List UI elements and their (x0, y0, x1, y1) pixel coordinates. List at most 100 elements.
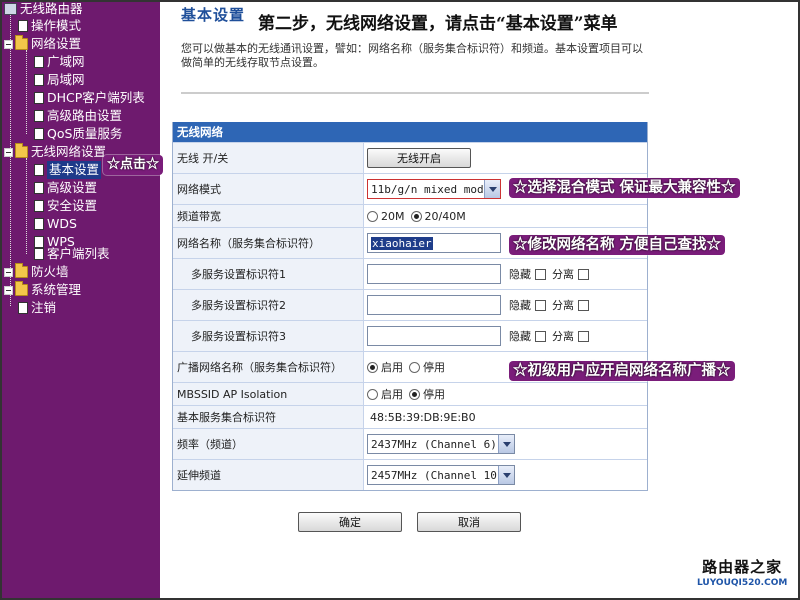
sidebar-item-advanced-routing[interactable]: 高级路由设置 (34, 107, 122, 125)
option-label: 停用 (423, 361, 445, 374)
isolate-checkbox[interactable] (578, 268, 589, 280)
mssid2-input[interactable] (367, 295, 501, 315)
row-label: 基本服务集合标识符 (173, 406, 364, 428)
chevron-down-icon[interactable] (498, 466, 514, 484)
sidebar-item-wireless-settings[interactable]: 无线网络设置 (4, 143, 106, 161)
row-label: 频道带宽 (173, 205, 364, 227)
select-value: 2457MHz (Channel 10) (371, 468, 504, 482)
sidebar-item-client-list[interactable]: 客户端列表 (34, 245, 110, 263)
chevron-down-icon[interactable] (484, 180, 500, 198)
page-description: 您可以做基本的无线通讯设置，譬如：网络名称（服务集合标识符）和频道。基本设置项目… (181, 42, 643, 69)
sidebar-item-label: 注销 (31, 300, 57, 315)
page-icon (34, 218, 44, 230)
page-icon (34, 128, 44, 140)
sidebar-item-basic-settings[interactable]: 基本设置 (34, 161, 102, 179)
tree-line (26, 50, 27, 134)
sidebar-item-label: 无线网络设置 (31, 144, 107, 159)
sidebar-item-advanced-settings[interactable]: 高级设置 (34, 179, 97, 197)
channel-select[interactable]: 2437MHz (Channel 6) (367, 434, 515, 454)
radio-icon[interactable] (367, 210, 378, 222)
sidebar-item-operation-mode[interactable]: 操作模式 (18, 17, 81, 35)
sidebar-item-firewall[interactable]: 防火墙 (4, 263, 69, 281)
sidebar-item-label: WDS (47, 216, 77, 231)
sidebar-item-logout[interactable]: 注销 (18, 299, 56, 317)
isolate-option[interactable]: 分离 (552, 297, 589, 313)
sidebar-item-network-settings[interactable]: 网络设置 (4, 35, 81, 53)
radio-selected-icon[interactable] (409, 388, 420, 400)
expand-icon[interactable] (4, 267, 13, 277)
row-ap-isolation: MBSSID AP Isolation 启用 停用 (173, 382, 647, 405)
site-watermark: 路由器之家 LUYOUQI520.COM (697, 556, 787, 588)
tree-root-label: 无线路由器 (20, 2, 83, 16)
radio-selected-icon[interactable] (410, 210, 422, 222)
tree-line (26, 158, 27, 254)
extension-channel-select[interactable]: 2457MHz (Channel 10) (367, 465, 515, 485)
collapse-icon[interactable] (4, 147, 13, 157)
folder-icon (15, 143, 28, 158)
mssid3-input[interactable] (367, 326, 501, 346)
isolation-enable-option[interactable]: 启用 (367, 386, 403, 402)
isolate-checkbox[interactable] (578, 330, 589, 342)
sidebar-item-wds[interactable]: WDS (34, 215, 77, 233)
sidebar-item-label: 网络设置 (31, 36, 82, 51)
option-label: 20M (381, 209, 405, 223)
isolate-option[interactable]: 分离 (552, 328, 589, 344)
hide-checkbox[interactable] (535, 268, 546, 280)
broadcast-enable-option[interactable]: 启用 (367, 359, 403, 375)
sidebar-item-label: 高级路由设置 (47, 108, 123, 123)
sidebar-item-lan[interactable]: 局域网 (34, 71, 85, 89)
cancel-button[interactable]: 取消 (417, 512, 521, 532)
hide-option[interactable]: 隐藏 (509, 328, 546, 344)
page-icon (34, 92, 44, 104)
hide-checkbox[interactable] (535, 330, 546, 342)
broadcast-disable-option[interactable]: 停用 (409, 359, 445, 375)
page-icon (34, 248, 44, 260)
ssid-input[interactable]: xiaohaier (367, 233, 501, 253)
select-value: 11b/g/n mixed mode (371, 182, 491, 196)
network-mode-select[interactable]: 11b/g/n mixed mode (367, 179, 501, 199)
row-mssid-3: 多服务设置标识符3 隐藏 分离 (173, 320, 647, 351)
sidebar-item-security-settings[interactable]: 安全设置 (34, 197, 97, 215)
sidebar-item-label: 操作模式 (31, 18, 82, 33)
row-channel-bandwidth: 频道带宽 20M 20/40M (173, 204, 647, 227)
sidebar-item-qos[interactable]: QoS质量服务 (34, 125, 122, 143)
tree-root[interactable]: 无线路由器 (4, 2, 83, 18)
row-mssid-1: 多服务设置标识符1 隐藏 分离 (173, 258, 647, 289)
folder-icon (15, 281, 28, 296)
option-label: 启用 (381, 388, 403, 401)
row-bssid: 基本服务集合标识符 48:5B:39:DB:9E:B0 (173, 405, 647, 428)
isolate-checkbox[interactable] (578, 299, 589, 311)
hide-checkbox[interactable] (535, 299, 546, 311)
chevron-down-icon[interactable] (498, 435, 514, 453)
row-mssid-2: 多服务设置标识符2 隐藏 分离 (173, 289, 647, 320)
page-icon (18, 302, 28, 314)
bandwidth-20-option[interactable]: 20M (367, 210, 405, 223)
sidebar-item-dhcp-clients[interactable]: DHCP客户端列表 (34, 89, 145, 107)
hide-option[interactable]: 隐藏 (509, 266, 546, 282)
sidebar-item-wan[interactable]: 广域网 (34, 53, 85, 71)
sidebar-item-label: 高级设置 (47, 180, 98, 195)
isolation-disable-option[interactable]: 停用 (409, 386, 445, 402)
sidebar-item-label: QoS质量服务 (47, 126, 123, 141)
sidebar-item-system-management[interactable]: 系统管理 (4, 281, 81, 299)
mssid1-input[interactable] (367, 264, 501, 284)
select-value: 2437MHz (Channel 6) (371, 437, 497, 451)
page-icon (34, 200, 44, 212)
ok-button[interactable]: 确定 (298, 512, 402, 532)
radio-selected-icon[interactable] (367, 361, 378, 373)
sidebar-item-label: DHCP客户端列表 (47, 90, 145, 105)
radio-icon[interactable] (367, 388, 378, 400)
isolate-option[interactable]: 分离 (552, 266, 589, 282)
wireless-toggle-button[interactable]: 无线开启 (367, 148, 471, 168)
row-label: 频率（频道） (173, 429, 364, 459)
radio-icon[interactable] (409, 361, 420, 373)
callout-rename-network: ☆修改网络名称 方便自己查找☆ (509, 235, 726, 255)
expand-icon[interactable] (4, 285, 13, 295)
collapse-icon[interactable] (4, 39, 13, 49)
row-label: 无线 开/关 (173, 143, 364, 173)
row-label: 多服务设置标识符3 (173, 321, 364, 351)
row-label: 网络名称（服务集合标识符） (173, 228, 364, 258)
hide-option[interactable]: 隐藏 (509, 297, 546, 313)
bandwidth-40-option[interactable]: 20/40M (410, 210, 466, 223)
folder-icon (15, 35, 28, 50)
